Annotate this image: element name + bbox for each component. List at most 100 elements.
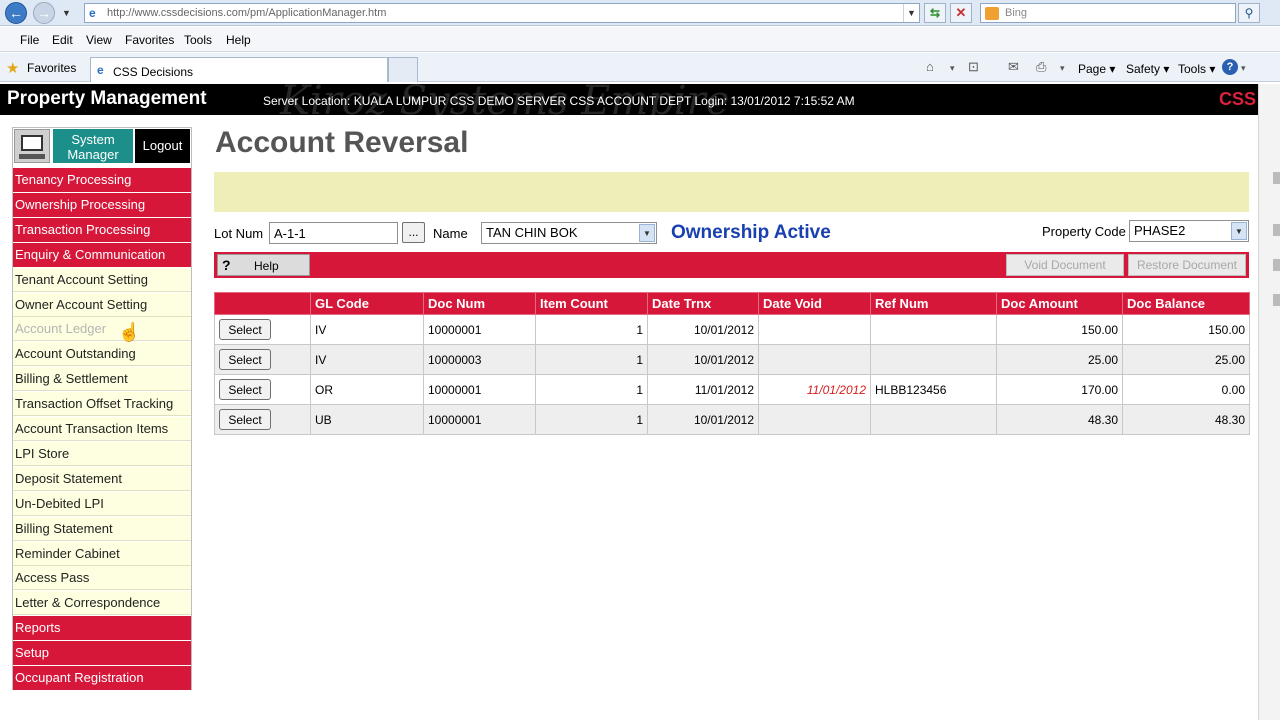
sidebar-item-enquiry-communication[interactable]: Enquiry & Communication [13, 242, 191, 267]
menu-view[interactable]: View [86, 33, 112, 47]
hand-cursor-icon: ☝ [118, 322, 141, 342]
question-mark-icon: ? [222, 257, 231, 273]
menu-file[interactable]: File [20, 33, 39, 47]
home-icon[interactable]: ⌂ [926, 59, 934, 74]
app-title: Property Management [7, 88, 207, 109]
sidebar-item-account-outstanding[interactable]: Account Outstanding [13, 342, 191, 367]
url-dropdown-icon[interactable]: ▼ [903, 4, 919, 22]
search-input[interactable]: Bing [980, 3, 1236, 23]
cell-item-count: 1 [535, 374, 648, 405]
action-bar: ? Help Void Document Restore Document [214, 252, 1249, 278]
select-row-button[interactable]: Select [219, 379, 271, 400]
sidebar-item-deposit-statement[interactable]: Deposit Statement [13, 466, 191, 491]
read-mail-icon[interactable]: ✉ [1008, 59, 1019, 75]
strip-mark-4 [1273, 294, 1280, 306]
computer-screen [21, 135, 43, 151]
sidebar-item-occupant-registration[interactable]: Occupant Registration [13, 666, 191, 690]
sidebar-item-setup[interactable]: Setup [13, 641, 191, 666]
computer-icon[interactable] [14, 129, 50, 163]
header-doc-num[interactable]: Doc Num [423, 292, 536, 315]
stop-icon[interactable]: ✕ [950, 3, 972, 23]
app-header: Kiroz Systems Empire Property Management… [0, 84, 1258, 115]
sidebar-item-tenancy-processing[interactable]: Tenancy Processing [13, 168, 191, 192]
bing-icon [985, 7, 999, 20]
menu-favorites[interactable]: Favorites [125, 33, 174, 47]
name-label: Name [433, 226, 468, 241]
header-doc-amount[interactable]: Doc Amount [996, 292, 1123, 315]
sidebar-item-transaction-offset-tracking[interactable]: Transaction Offset Tracking [13, 392, 191, 417]
void-document-button[interactable]: Void Document [1006, 254, 1124, 276]
cell-doc-num: 10000001 [423, 314, 536, 345]
ownership-status: Ownership Active [671, 222, 831, 243]
sidebar-item-billing-settlement[interactable]: Billing & Settlement [13, 367, 191, 392]
help-button[interactable]: ? Help [217, 254, 310, 276]
home-dropdown-icon[interactable]: ▾ [950, 63, 955, 74]
sidebar: System Manager Logout Tenancy Processing… [12, 127, 192, 690]
tab-title: CSS Decisions [113, 65, 194, 79]
select-row-button[interactable]: Select [219, 319, 271, 340]
header-ref-num[interactable]: Ref Num [870, 292, 997, 315]
favorites-label[interactable]: Favorites [27, 61, 76, 75]
favorites-star-icon[interactable]: ★ [6, 59, 19, 77]
sidebar-item-un-debited-lpi[interactable]: Un-Debited LPI [13, 491, 191, 516]
strip-mark-2 [1273, 224, 1280, 236]
sidebar-item-letter-correspondence[interactable]: Letter & Correspondence [13, 591, 191, 616]
header-date-void[interactable]: Date Void [758, 292, 871, 315]
cell-doc-num: 10000003 [423, 344, 536, 375]
lot-num-input[interactable] [269, 222, 398, 244]
header-date-trnx[interactable]: Date Trnx [647, 292, 759, 315]
logout-button[interactable]: Logout [135, 129, 190, 163]
chevron-down-icon[interactable]: ▼ [639, 224, 655, 242]
help-dropdown-icon[interactable]: ▾ [1241, 63, 1246, 74]
header-gl-code[interactable]: GL Code [310, 292, 424, 315]
page-menu[interactable]: Page ▾ [1078, 62, 1115, 76]
lot-lookup-button[interactable]: ... [402, 222, 425, 243]
brand-logo: CSS [1218, 89, 1256, 109]
browser-tab-active[interactable]: e CSS Decisions [90, 57, 388, 82]
url-field[interactable]: e http://www.cssdecisions.com/pm/Applica… [84, 3, 920, 23]
sidebar-item-lpi-store[interactable]: LPI Store [13, 441, 191, 466]
page-scrollbar[interactable] [1258, 84, 1280, 720]
header-doc-balance[interactable]: Doc Balance [1122, 292, 1250, 315]
document-table: GL Code Doc Num Item Count Date Trnx Dat… [214, 292, 1250, 435]
chevron-down-icon[interactable]: ▼ [1231, 222, 1247, 240]
cell-ref-num [870, 344, 997, 375]
name-select[interactable]: TAN CHIN BOK ▼ [481, 222, 657, 244]
select-row-button[interactable]: Select [219, 349, 271, 370]
sidebar-item-ownership-processing[interactable]: Ownership Processing [13, 192, 191, 217]
cell-date-trnx: 10/01/2012 [647, 344, 759, 375]
new-tab-button[interactable] [388, 57, 418, 82]
property-code-select[interactable]: PHASE2 ▼ [1129, 220, 1249, 242]
sidebar-item-reminder-cabinet[interactable]: Reminder Cabinet [13, 541, 191, 566]
search-icon[interactable]: ⚲ [1238, 3, 1260, 23]
sidebar-item-account-ledger: Account Ledger [13, 317, 191, 342]
system-manager-button[interactable]: System Manager [53, 129, 133, 163]
header-item-count[interactable]: Item Count [535, 292, 648, 315]
sidebar-item-reports[interactable]: Reports [13, 616, 191, 641]
menu-help[interactable]: Help [226, 33, 251, 47]
cell-doc-amount: 170.00 [996, 374, 1123, 405]
rss-feed-icon[interactable]: ⊡ [968, 59, 979, 75]
sidebar-item-billing-statement[interactable]: Billing Statement [13, 516, 191, 541]
sidebar-item-tenant-account-setting[interactable]: Tenant Account Setting [13, 267, 191, 292]
forward-icon[interactable]: → [33, 2, 55, 24]
history-dropdown-icon[interactable]: ▼ [62, 8, 71, 18]
tools-menu[interactable]: Tools ▾ [1178, 62, 1215, 76]
cell-date-trnx: 10/01/2012 [647, 314, 759, 345]
menu-edit[interactable]: Edit [52, 33, 73, 47]
print-dropdown-icon[interactable]: ▾ [1060, 63, 1065, 74]
print-icon[interactable]: ⎙ [1036, 59, 1046, 75]
sidebar-item-transaction-processing[interactable]: Transaction Processing [13, 217, 191, 242]
help-icon[interactable]: ? [1222, 59, 1238, 75]
back-icon[interactable]: ← [5, 2, 27, 24]
cell-select: Select [214, 374, 311, 405]
menu-tools[interactable]: Tools [184, 33, 212, 47]
restore-document-button[interactable]: Restore Document [1128, 254, 1246, 276]
sidebar-item-owner-account-setting[interactable]: Owner Account Setting [13, 292, 191, 317]
refresh-icon[interactable]: ⇆ [924, 3, 946, 23]
select-row-button[interactable]: Select [219, 409, 271, 430]
cell-item-count: 1 [535, 314, 648, 345]
sidebar-item-access-pass[interactable]: Access Pass [13, 566, 191, 591]
safety-menu[interactable]: Safety ▾ [1126, 62, 1169, 76]
sidebar-item-account-transaction-items[interactable]: Account Transaction Items [13, 417, 191, 441]
